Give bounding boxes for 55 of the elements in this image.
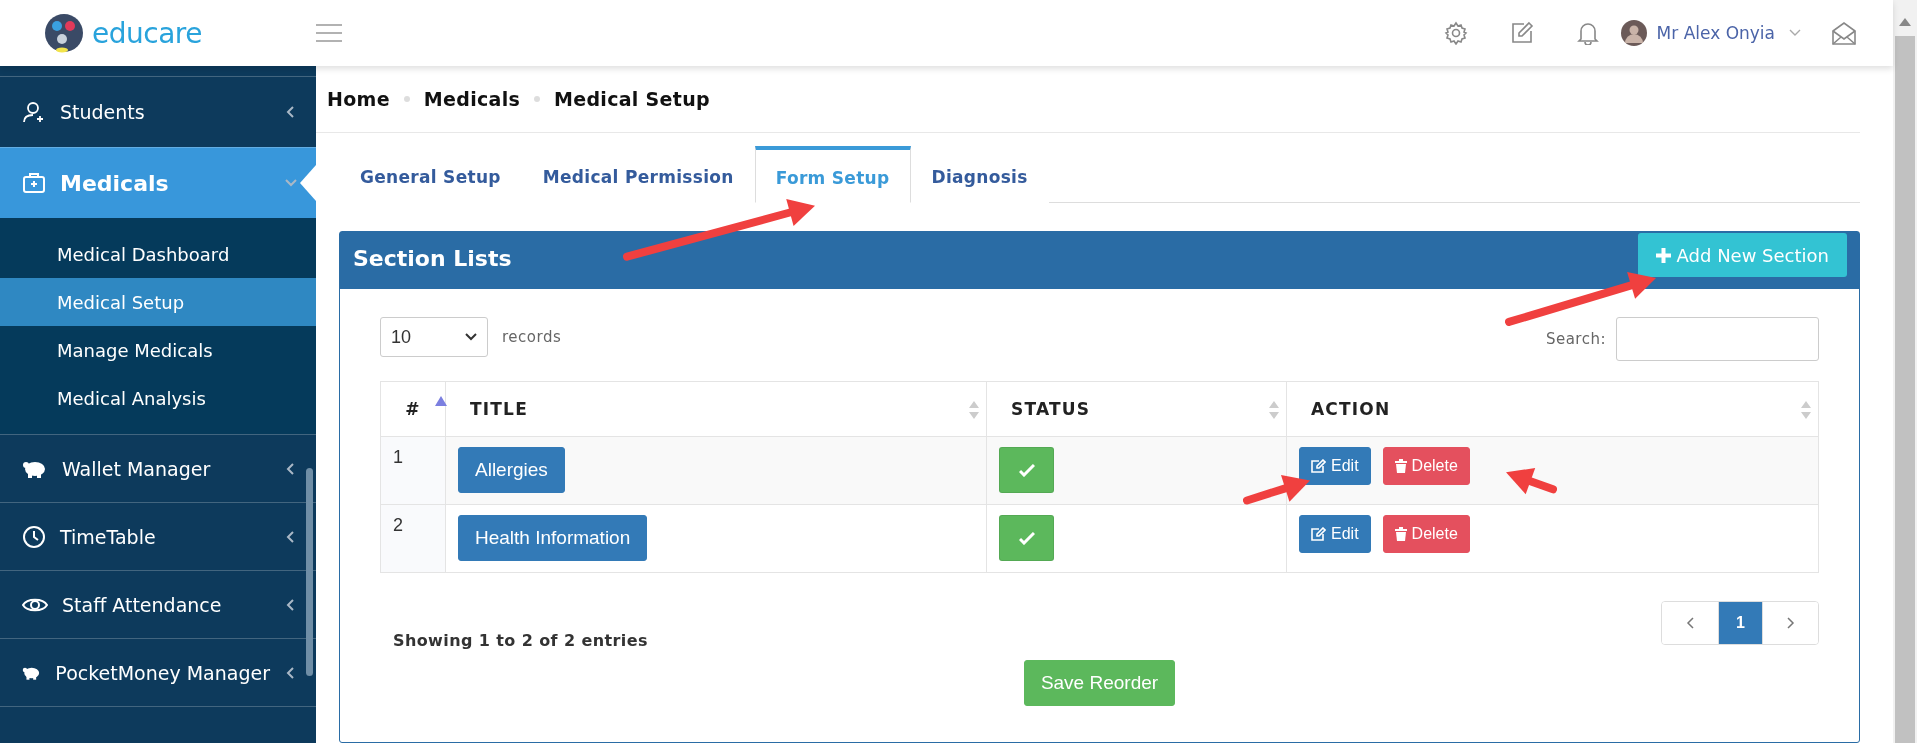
records-select[interactable]: 10 [380, 317, 488, 357]
active-status-button[interactable] [999, 447, 1054, 493]
user-icon [22, 100, 46, 124]
page-button[interactable]: 1 [1718, 601, 1762, 644]
search-label: Search: [1545, 330, 1606, 348]
caret-icon[interactable] [1789, 29, 1801, 37]
clock-icon [22, 524, 46, 549]
submenu-item[interactable]: Medical Setup [0, 278, 316, 326]
title-button[interactable]: Allergies [458, 447, 565, 493]
breadcrumb-item[interactable]: Home [327, 88, 390, 110]
avatar-icon[interactable] [1620, 20, 1647, 46]
scrollbar-thumb[interactable] [306, 468, 313, 676]
column-header[interactable]: STATUS [1011, 399, 1091, 419]
edit-icon [1311, 527, 1326, 541]
title-button[interactable]: Health Information [458, 515, 648, 561]
delete-button[interactable]: Delete [1382, 447, 1470, 485]
edit-button[interactable]: Edit [1299, 447, 1371, 485]
sort-icon[interactable] [1268, 400, 1280, 420]
active-pointer-icon [300, 165, 316, 201]
active-status-button[interactable] [999, 515, 1054, 561]
medical-kit-icon [22, 171, 46, 195]
records-label: records [502, 328, 562, 346]
next-page-icon[interactable] [1762, 601, 1818, 644]
row-number: 1 [393, 447, 403, 467]
plus-icon [1655, 247, 1671, 263]
logo-text: educare [92, 16, 202, 50]
sort-icon[interactable] [968, 400, 980, 420]
submenu-item[interactable]: Medical Dashboard [0, 230, 316, 278]
scrollbar-thumb[interactable] [1895, 36, 1915, 743]
breadcrumb-item[interactable]: Medicals [423, 88, 521, 110]
row-number: 2 [393, 515, 403, 535]
check-icon [1018, 531, 1035, 545]
check-icon [1018, 463, 1035, 477]
chevron-down-icon [465, 333, 477, 341]
column-header[interactable]: # [405, 399, 421, 419]
entries-info: Showing 1 to 2 of 2 entries [393, 631, 648, 650]
edit-icon [1311, 459, 1326, 473]
breadcrumb-item[interactable]: Medical Setup [554, 88, 710, 110]
edit-button[interactable]: Edit [1299, 515, 1371, 553]
logo-icon [44, 13, 84, 53]
search-field[interactable] [1616, 317, 1819, 361]
submenu-item[interactable]: Manage Medicals [0, 326, 316, 374]
trash-icon [1394, 459, 1407, 473]
submenu-item[interactable]: Medical Analysis [0, 374, 316, 422]
scroll-up-icon[interactable] [1899, 18, 1911, 26]
column-header[interactable]: ACTION [1311, 399, 1391, 419]
user-name[interactable]: Mr Alex Onyia [1656, 23, 1775, 43]
trash-icon [1394, 527, 1407, 541]
mail-icon[interactable] [1831, 20, 1857, 46]
sort-ascending-icon[interactable] [435, 396, 447, 406]
column-header[interactable]: TITLE [470, 399, 528, 419]
menu-icon[interactable] [316, 24, 342, 42]
delete-button[interactable]: Delete [1382, 515, 1470, 553]
sort-icon[interactable] [1800, 400, 1812, 420]
panel-title: Section Lists [353, 246, 512, 271]
